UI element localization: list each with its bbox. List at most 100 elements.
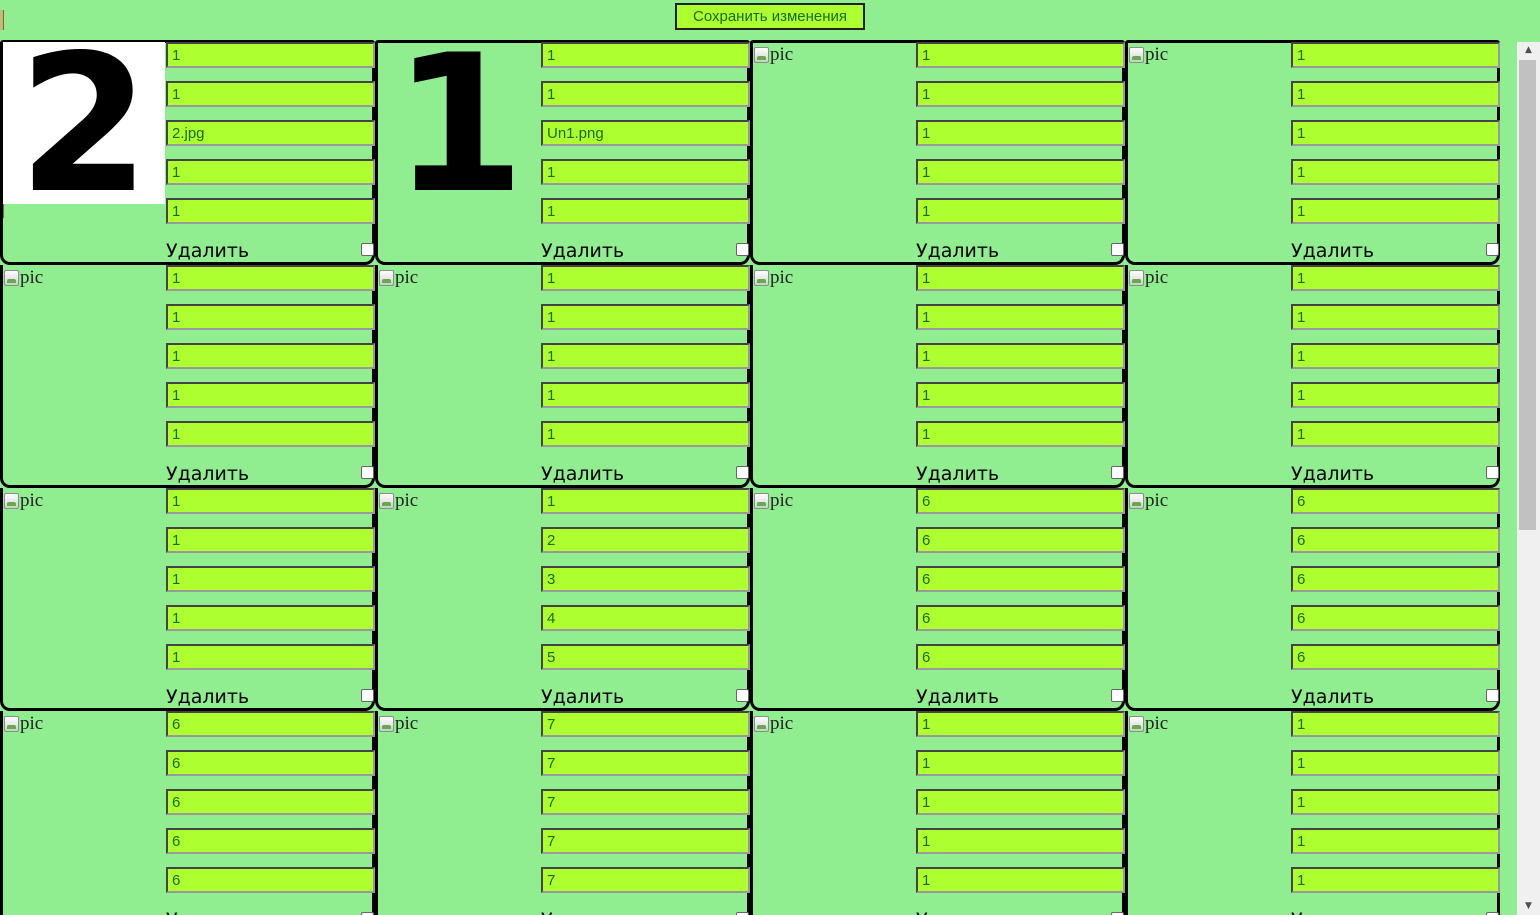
card-field-1[interactable] [541,265,750,291]
card-field-1[interactable] [541,711,750,737]
delete-checkbox[interactable] [361,243,374,256]
delete-checkbox[interactable] [1486,243,1499,256]
card-field-2[interactable] [166,304,375,330]
card-field-4[interactable] [166,159,375,185]
card-field-3[interactable] [541,343,750,369]
card-field-1[interactable] [916,265,1125,291]
delete-checkbox[interactable] [361,689,374,702]
card-field-4[interactable] [1291,605,1500,631]
card-field-4[interactable] [541,382,750,408]
card-field-5[interactable] [1291,867,1500,893]
card-field-1[interactable] [166,42,375,68]
card-field-4[interactable] [166,828,375,854]
card-field-3[interactable] [916,566,1125,592]
card-field-5[interactable] [541,421,750,447]
card-field-5[interactable] [541,644,750,670]
card-field-3[interactable] [1291,343,1500,369]
card-field-4[interactable] [541,605,750,631]
card-field-3[interactable] [916,343,1125,369]
delete-checkbox[interactable] [1111,243,1124,256]
card-field-3[interactable] [541,789,750,815]
card-field-5[interactable] [1291,644,1500,670]
card-field-1[interactable] [166,711,375,737]
card-field-4[interactable] [916,159,1125,185]
card-field-4[interactable] [541,828,750,854]
card-field-4[interactable] [166,605,375,631]
delete-checkbox[interactable] [1111,466,1124,479]
delete-checkbox[interactable] [736,689,749,702]
delete-checkbox[interactable] [736,466,749,479]
card-field-1[interactable] [1291,488,1500,514]
card-field-1[interactable] [541,488,750,514]
card-field-3[interactable] [541,566,750,592]
card-field-2[interactable] [916,304,1125,330]
card-field-1[interactable] [916,711,1125,737]
card-field-5[interactable] [1291,421,1500,447]
card-field-4[interactable] [916,828,1125,854]
card-field-5[interactable] [166,867,375,893]
scroll-down-arrow-icon[interactable]: ▼ [1517,898,1540,915]
scroll-thumb[interactable] [1519,60,1536,530]
card-field-4[interactable] [1291,828,1500,854]
card-field-4[interactable] [166,382,375,408]
card-field-5[interactable] [916,644,1125,670]
card-field-3[interactable] [916,789,1125,815]
card-field-4[interactable] [916,382,1125,408]
card-field-5[interactable] [1291,198,1500,224]
card-field-2[interactable] [1291,81,1500,107]
card-field-1[interactable] [916,42,1125,68]
card-field-2[interactable] [916,750,1125,776]
card-field-2[interactable] [916,527,1125,553]
delete-checkbox[interactable] [736,243,749,256]
card-field-5[interactable] [541,867,750,893]
card-field-5[interactable] [541,198,750,224]
scroll-up-arrow-icon[interactable]: ▲ [1517,42,1540,59]
card-field-1[interactable] [1291,711,1500,737]
delete-checkbox[interactable] [1111,689,1124,702]
card-field-3[interactable] [916,120,1125,146]
card-field-3[interactable] [166,566,375,592]
card-field-2[interactable] [541,304,750,330]
card-field-1[interactable] [916,488,1125,514]
card-field-2[interactable] [166,750,375,776]
card-field-3[interactable] [1291,789,1500,815]
card-field-2[interactable] [166,527,375,553]
delete-checkbox[interactable] [361,466,374,479]
card-field-5[interactable] [166,644,375,670]
card-field-5[interactable] [916,421,1125,447]
card-fields [166,711,375,906]
card-field-5[interactable] [166,198,375,224]
card-field-5[interactable] [916,198,1125,224]
card-field-4[interactable] [916,605,1125,631]
save-changes-button[interactable]: Сохранить изменения [675,3,865,30]
card-field-2[interactable] [541,81,750,107]
card-field-3[interactable] [166,343,375,369]
card-field-1[interactable] [1291,42,1500,68]
card-field-1[interactable] [166,265,375,291]
left-edge-handle[interactable] [0,10,4,30]
card-field-2[interactable] [1291,750,1500,776]
delete-checkbox[interactable] [1486,466,1499,479]
card-field-2[interactable] [916,81,1125,107]
delete-checkbox[interactable] [1486,689,1499,702]
card-field-2[interactable] [541,750,750,776]
card-field-3[interactable] [166,120,375,146]
card-field-5[interactable] [166,421,375,447]
card-field-2[interactable] [1291,527,1500,553]
card-field-2[interactable] [166,81,375,107]
card-field-4[interactable] [1291,382,1500,408]
card-field-3[interactable] [1291,120,1500,146]
card-field-5[interactable] [916,867,1125,893]
card-field-2[interactable] [541,527,750,553]
card-field-1[interactable] [166,488,375,514]
card-field-1[interactable] [541,42,750,68]
card-field-1[interactable] [1291,265,1500,291]
card-field-4[interactable] [1291,159,1500,185]
vertical-scrollbar[interactable]: ▲ ▼ [1517,42,1540,915]
card-field-4[interactable] [541,159,750,185]
broken-image-icon [379,270,394,286]
card-field-2[interactable] [1291,304,1500,330]
card-field-3[interactable] [541,120,750,146]
card-field-3[interactable] [1291,566,1500,592]
card-field-3[interactable] [166,789,375,815]
